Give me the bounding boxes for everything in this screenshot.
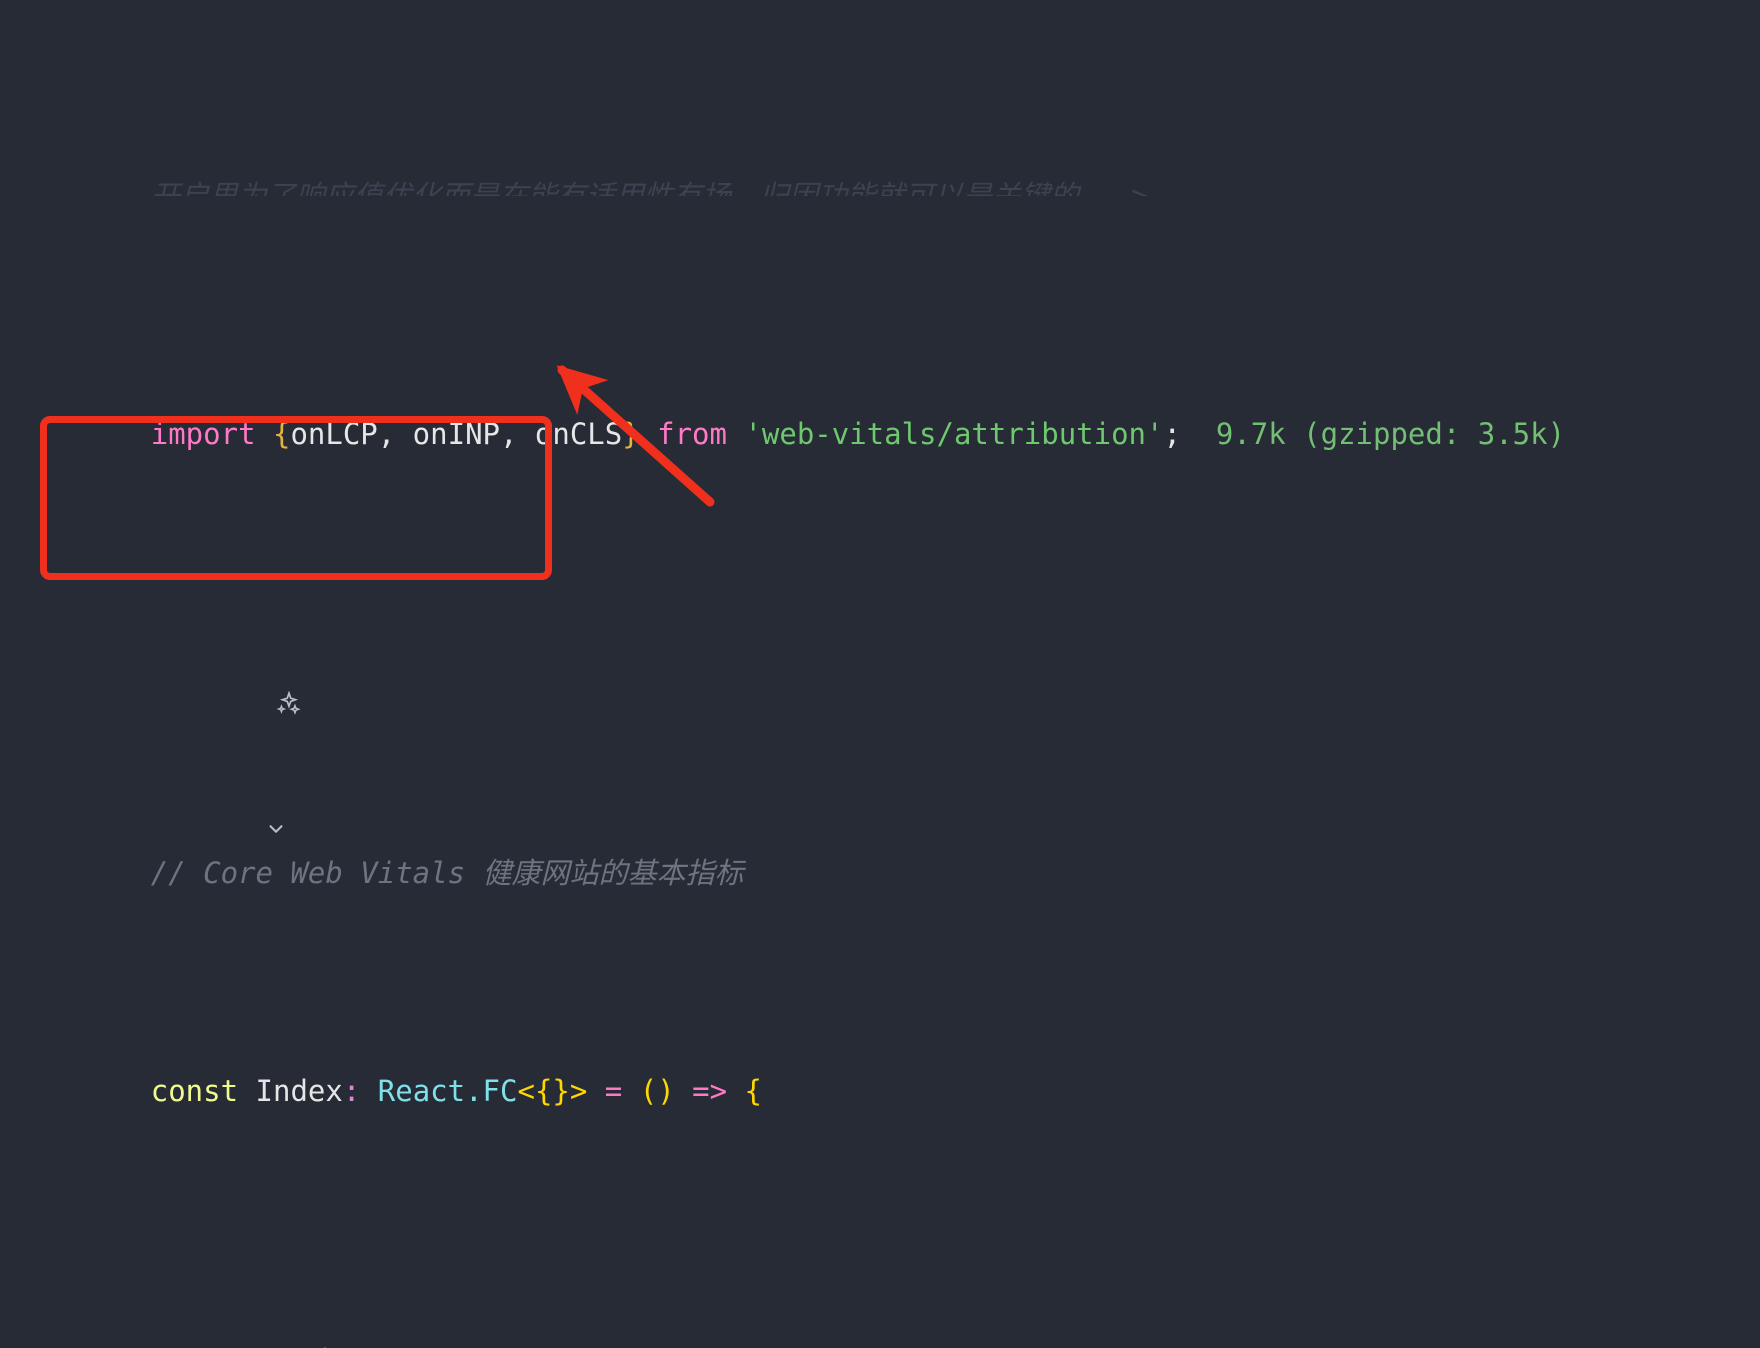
arrow-params: (): [639, 1074, 675, 1108]
assign-equals: =: [604, 1074, 623, 1108]
module-path: 'web-vitals/attribution': [744, 417, 1164, 451]
react-fc-type: React.FC: [377, 1074, 518, 1108]
core-web-vitals-comment: // Core Web Vitals 健康网站的基本指标: [150, 856, 744, 890]
named-imports: onLCP, onINP, onCLS: [290, 417, 623, 451]
import-brace-close: }: [622, 417, 640, 451]
generic-params: <{}>: [517, 1074, 588, 1108]
code-line-comment[interactable]: // Core Web Vitals 健康网站的基本指标: [0, 816, 1760, 890]
codelens-row-top[interactable]: [0, 596, 1760, 833]
type-colon: :: [342, 1074, 361, 1108]
codelens-row-function[interactable]: [0, 1252, 1760, 1348]
import-semicolon: ;: [1163, 417, 1181, 451]
code-line-faded-comment[interactable]: 开启思为了响应值优化而是在能有适用性有场。归因功能就可以是关键的 -->: [0, 178, 1760, 197]
sparkle-icon[interactable]: [187, 1297, 338, 1348]
sparkle-icon[interactable]: [151, 641, 302, 767]
code-line-import[interactable]: import {onLCP, onINP, onCLS} from 'web-v…: [0, 374, 1760, 451]
code-line-const-index[interactable]: const Index: React.FC<{}> = () => {: [0, 1034, 1760, 1108]
fat-arrow: =>: [692, 1074, 728, 1108]
code-content[interactable]: 开启思为了响应值优化而是在能有适用性有场。归因功能就可以是关键的 --> imp…: [0, 0, 1760, 1348]
import-brace-open: {: [273, 417, 291, 451]
index-identifier: Index: [255, 1074, 343, 1108]
import-keyword: import: [150, 417, 256, 451]
const-keyword: const: [150, 1074, 239, 1108]
bundle-size-badge: 9.7k (gzipped: 3.5k): [1215, 417, 1566, 451]
from-keyword: from: [657, 417, 727, 451]
code-editor[interactable]: 开启思为了响应值优化而是在能有适用性有场。归因功能就可以是关键的 --> imp…: [0, 0, 1760, 1348]
faded-comment-text: 开启思为了响应值优化而是在能有适用性有场。归因功能就可以是关键的 -->: [150, 179, 1149, 197]
